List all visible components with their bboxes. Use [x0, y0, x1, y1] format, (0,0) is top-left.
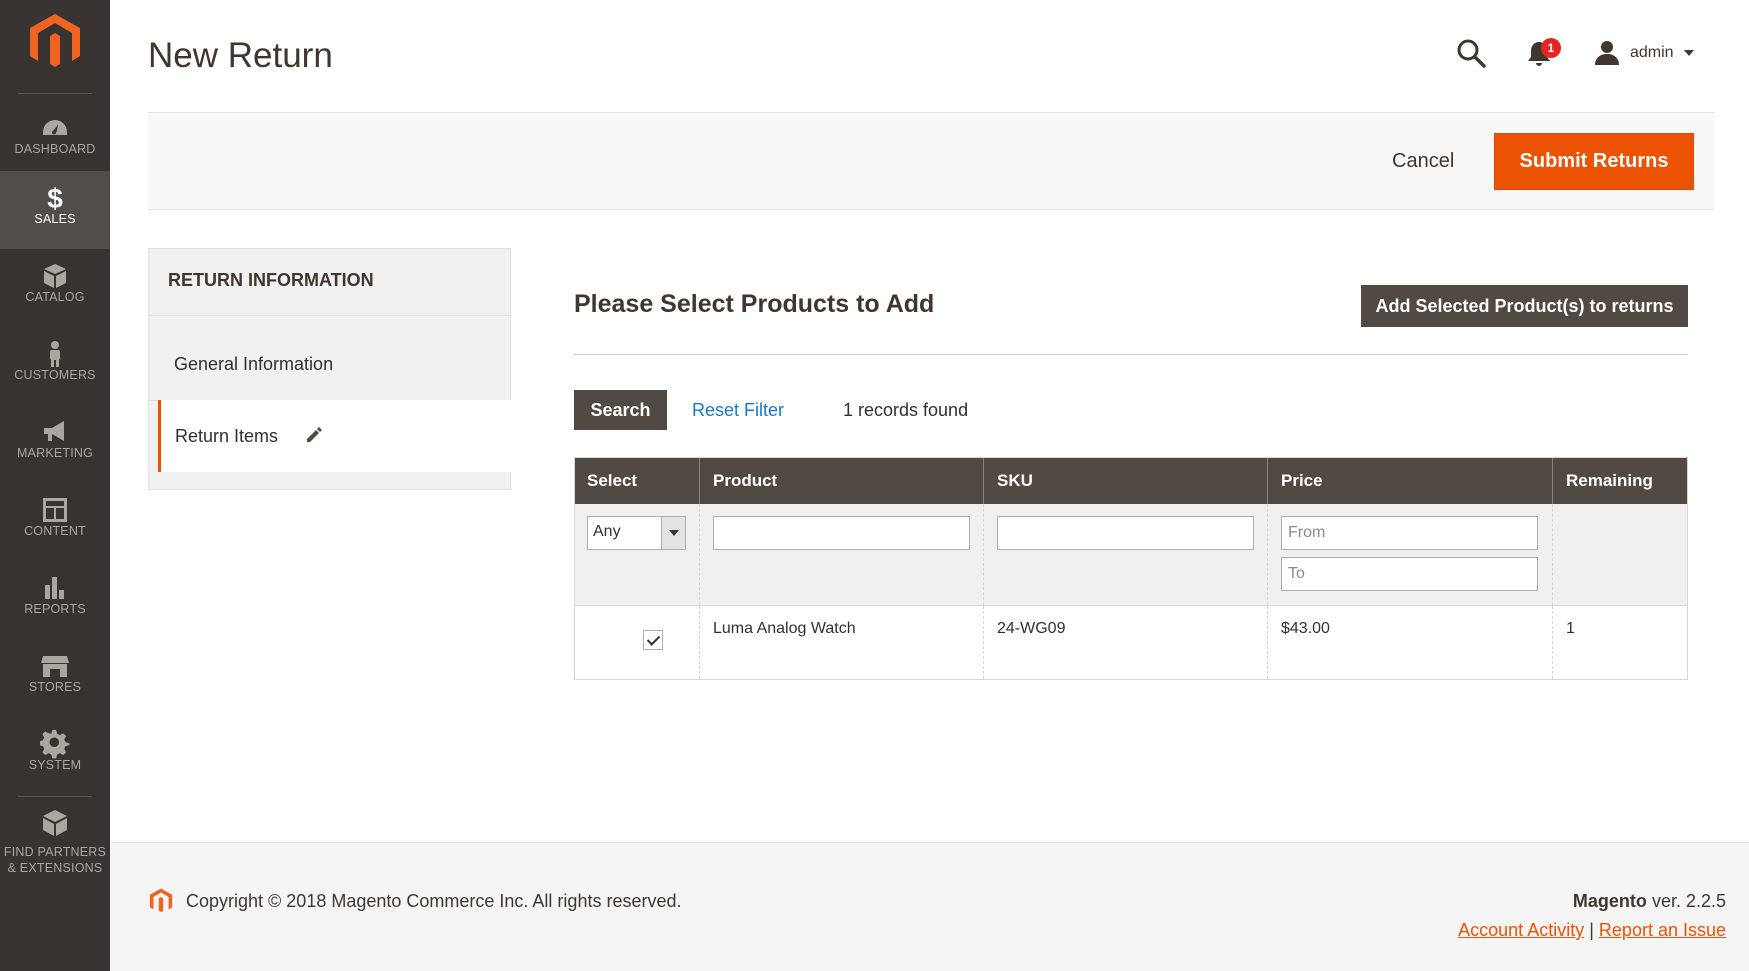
nav-stores[interactable]: STORES — [0, 639, 110, 717]
nav-label: STORES — [28, 680, 82, 694]
column-header-select[interactable]: Select — [574, 457, 700, 504]
nav-system[interactable]: SYSTEM — [0, 717, 110, 795]
select-filter-dropdown[interactable]: Any — [587, 516, 686, 550]
tabs-heading: RETURN INFORMATION — [168, 270, 374, 290]
brand-name: Magento — [1572, 891, 1647, 911]
bar-chart-icon — [0, 561, 110, 601]
link-separator: | — [1589, 920, 1594, 940]
pencil-icon — [307, 427, 322, 442]
filter-cell: Any — [574, 504, 700, 606]
copyright-text: Copyright © 2018 Magento Commerce Inc. A… — [186, 891, 682, 911]
box-icon — [0, 249, 110, 289]
chevron-down-icon — [661, 517, 685, 549]
cancel-button[interactable]: Cancel — [1380, 133, 1466, 189]
package-icon — [0, 800, 110, 844]
page-title: New Return — [148, 36, 333, 75]
user-name: admin — [1630, 44, 1674, 61]
storefront-icon — [0, 639, 110, 679]
price-from-input[interactable] — [1281, 516, 1538, 550]
filter-cell — [983, 504, 1268, 606]
grid-header-row: Select Product SKU Price Remaining — [574, 457, 1688, 504]
filter-cell — [1267, 504, 1553, 606]
submit-returns-button[interactable]: Submit Returns — [1494, 133, 1694, 190]
magento-logo — [149, 888, 173, 913]
user-menu[interactable]: admin — [1594, 38, 1694, 68]
notification-badge[interactable]: 1 — [1541, 38, 1561, 58]
chevron-down-icon — [1683, 50, 1694, 56]
records-count: 1 records found — [843, 400, 969, 420]
select-filter-value: Any — [593, 523, 621, 540]
magento-logo[interactable] — [28, 14, 82, 70]
nav-marketing[interactable]: MARKETING — [0, 405, 110, 483]
products-grid: Select Product SKU Price Remaining Any F… — [574, 457, 1688, 680]
price-to-input[interactable] — [1281, 557, 1538, 591]
nav-label: CUSTOMERS — [14, 368, 96, 382]
nav-label: CONTENT — [24, 524, 86, 538]
nav-reports[interactable]: REPORTS — [0, 561, 110, 639]
footer-links: Account Activity | Report an Issue — [1458, 920, 1726, 941]
layout-icon — [0, 483, 110, 523]
column-header-remaining[interactable]: Remaining — [1552, 457, 1688, 504]
filter-cell — [1552, 504, 1688, 606]
nav-label: SYSTEM — [28, 758, 82, 772]
page-actions-bar — [148, 112, 1714, 210]
tab-return-items[interactable]: Return Items — [158, 400, 511, 472]
nav-customers[interactable]: CUSTOMERS — [0, 327, 110, 405]
nav-catalog[interactable]: CATALOG — [0, 249, 110, 327]
search-icon[interactable] — [1456, 38, 1486, 68]
nav-label-line1: FIND PARTNERS — [3, 845, 107, 859]
remaining-cell: 1 — [1552, 605, 1688, 680]
speedometer-icon — [0, 101, 110, 141]
column-header-product[interactable]: Product — [699, 457, 984, 504]
nav-content[interactable]: CONTENT — [0, 483, 110, 561]
tab-general-information[interactable]: General Information — [148, 316, 511, 400]
nav-find-partners[interactable]: FIND PARTNERS & EXTENSIONS — [0, 800, 110, 882]
nav-label: SALES — [34, 212, 76, 226]
sidebar-divider — [18, 796, 92, 797]
nav-label: CATALOG — [25, 290, 85, 304]
reset-filter-link[interactable]: Reset Filter — [692, 400, 784, 421]
admin-sidebar: DASHBOARD $ SALES CATALOG CUSTOMERS MARK… — [0, 0, 110, 971]
sku-filter-input[interactable] — [997, 516, 1254, 550]
version-number: ver. 2.2.5 — [1651, 891, 1726, 911]
row-select-checkbox[interactable] — [643, 629, 663, 650]
tab-label: General Information — [174, 354, 334, 374]
gear-icon — [0, 717, 110, 759]
sku-cell: 24-WG09 — [983, 605, 1268, 680]
column-header-price[interactable]: Price — [1267, 457, 1553, 504]
version-text: Magento ver. 2.2.5 — [1573, 891, 1726, 912]
section-title: Please Select Products to Add — [574, 290, 935, 318]
filter-cell — [699, 504, 984, 606]
megaphone-icon — [0, 405, 110, 445]
search-button[interactable]: Search — [574, 390, 667, 430]
account-activity-link[interactable]: Account Activity — [1458, 920, 1584, 940]
grid-filter-row: Any — [574, 504, 1688, 606]
nav-label-line2: & EXTENSIONS — [7, 861, 103, 875]
product-cell: Luma Analog Watch — [699, 605, 984, 680]
nav-label: REPORTS — [24, 602, 86, 616]
nav-label: MARKETING — [16, 446, 94, 460]
product-filter-input[interactable] — [713, 516, 970, 550]
content-divider — [574, 354, 1688, 355]
sidebar-divider — [18, 93, 92, 94]
person-icon — [0, 327, 110, 367]
dollar-icon: $ — [0, 171, 110, 214]
column-header-sku[interactable]: SKU — [983, 457, 1268, 504]
nav-sales[interactable]: $ SALES — [0, 171, 110, 249]
price-cell: $43.00 — [1267, 605, 1553, 680]
table-row[interactable]: Luma Analog Watch 24-WG09 $43.00 1 — [574, 605, 1688, 680]
svg-text:$: $ — [47, 183, 63, 213]
select-cell — [574, 605, 700, 680]
nav-dashboard[interactable]: DASHBOARD — [0, 101, 110, 179]
report-issue-link[interactable]: Report an Issue — [1599, 920, 1726, 940]
tab-label: Return Items — [175, 426, 279, 446]
nav-label: DASHBOARD — [14, 142, 96, 156]
user-icon — [1595, 41, 1619, 65]
add-selected-products-button[interactable]: Add Selected Product(s) to returns — [1361, 285, 1688, 327]
